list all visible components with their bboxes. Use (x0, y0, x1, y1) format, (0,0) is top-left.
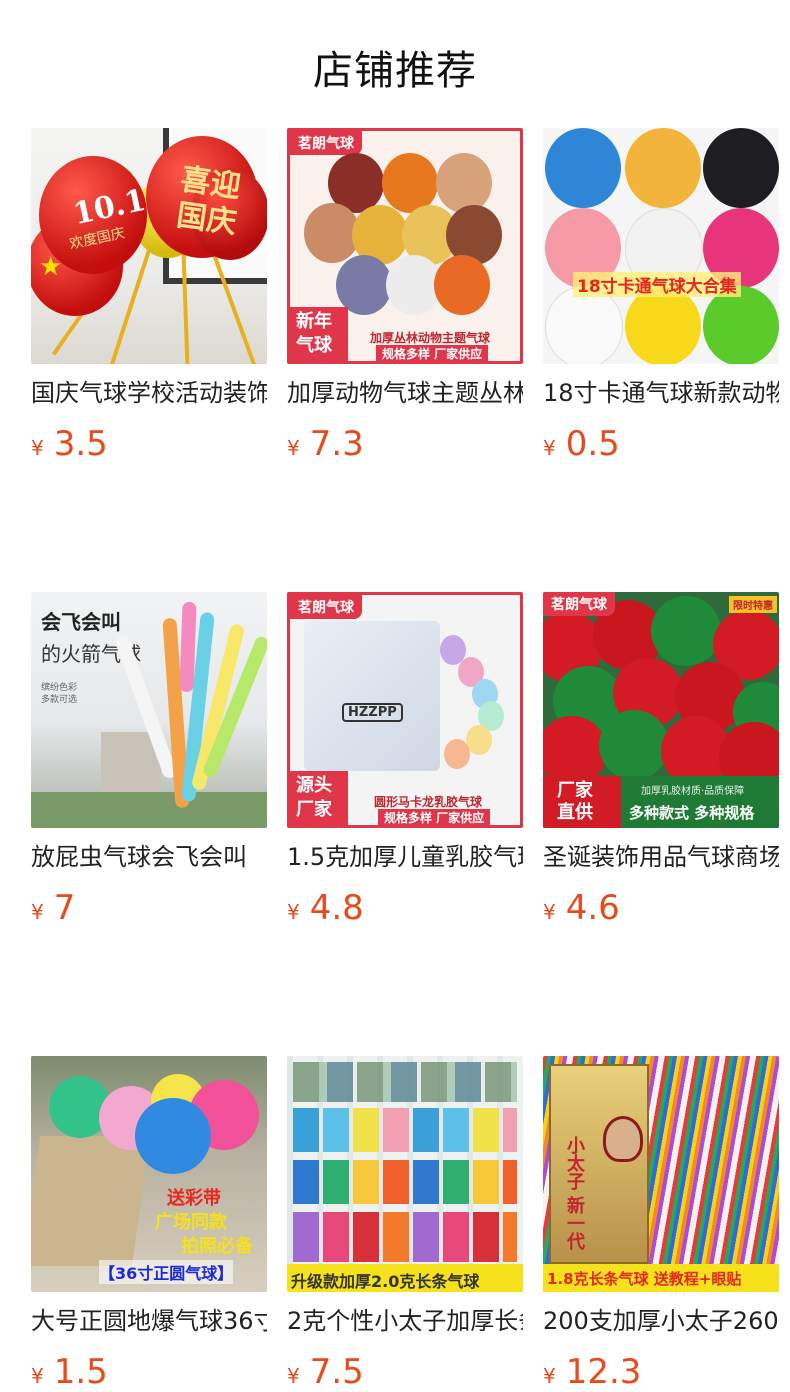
image-caption: 规格多样 厂家供应 (378, 809, 491, 825)
currency-symbol: ¥ (543, 1364, 556, 1388)
price-value: 3.5 (53, 424, 108, 464)
price-value: 1.5 (53, 1352, 108, 1392)
corner-label: 厂家 (296, 799, 332, 820)
corner-label: 直供 (557, 802, 593, 823)
image-caption: 【36寸正圆气球】 (99, 1260, 234, 1284)
product-card[interactable]: 升级款加厚2.0克长条气球 2克个性小太子加厚长条 ¥ 7.5 (287, 1056, 523, 1392)
brand-label: 茗朗气球 (543, 592, 615, 616)
product-grid: 10.1 欢度国庆 喜迎 国庆 ★ 国庆气球学校活动装饰 ¥ 3.5 茗朗气球 (31, 128, 779, 1392)
product-price: ¥ 7.5 (287, 1352, 523, 1392)
store-recommendations-page: 店铺推荐 10.1 欢度国庆 喜迎 国庆 ★ 国庆气球学校活动装饰 ¥ 3.5 … (0, 0, 790, 1392)
corner-label: 新年 (296, 311, 332, 332)
image-caption: 升级款加厚2.0克长条气球 (291, 1272, 480, 1291)
price-value: 7.5 (309, 1352, 364, 1392)
image-caption: 多种款式 多种规格 (629, 804, 755, 822)
price-value: 7 (53, 888, 76, 928)
product-card[interactable]: 10.1 欢度国庆 喜迎 国庆 ★ 国庆气球学校活动装饰 ¥ 3.5 (31, 128, 267, 464)
currency-symbol: ¥ (287, 900, 300, 924)
price-value: 4.8 (309, 888, 364, 928)
image-caption: 18寸卡通气球大合集 (573, 272, 741, 297)
price-value: 4.6 (565, 888, 620, 928)
price-value: 0.5 (565, 424, 620, 464)
product-price: ¥ 12.3 (543, 1352, 779, 1392)
product-name[interactable]: 加厚动物气球主题丛林 (287, 378, 523, 408)
product-price: ¥ 7.3 (287, 424, 523, 464)
promo-badge: 限时特惠 (729, 596, 777, 613)
product-name[interactable]: 放屁虫气球会飞会叫 (31, 842, 267, 872)
image-caption: 圆形马卡龙乳胶气球 (374, 795, 483, 809)
product-image[interactable]: 茗朗气球 新年 气球 加厚丛林动物主题气球 规格多样 厂家供应 (287, 128, 523, 364)
package-logo: HZZPP (342, 703, 403, 722)
product-image[interactable]: 茗朗气球 HZZPP 源头 厂家 圆形马卡龙乳胶气球 规格多样 厂家供应 (287, 592, 523, 828)
product-card[interactable]: 会飞会叫 的火箭气球 缤纷色彩 多款可选 放屁虫气球会飞会叫 ¥ 7 (31, 592, 267, 928)
star-icon: ★ (39, 252, 63, 282)
product-price: ¥ 1.5 (31, 1352, 267, 1392)
image-caption: 规格多样 厂家供应 (376, 345, 489, 361)
page-title: 店铺推荐 (313, 48, 477, 94)
currency-symbol: ¥ (543, 436, 556, 460)
package-text: 小太子 新一代 (564, 1136, 585, 1251)
product-name[interactable]: 国庆气球学校活动装饰 (31, 378, 267, 408)
brand-label: 茗朗气球 (290, 131, 362, 155)
image-caption: 送彩带 (167, 1188, 221, 1209)
product-card[interactable]: 送彩带 广场同款 拍照必备 【36寸正圆气球】 大号正圆地爆气球36寸 ¥ 1.… (31, 1056, 267, 1392)
balloon-print-text: 国庆 (174, 197, 239, 241)
image-caption: 广场同款 (155, 1212, 227, 1233)
product-name[interactable]: 2克个性小太子加厚长条 (287, 1306, 523, 1336)
product-card[interactable]: 茗朗气球 限时特惠 厂家 直供 加厚乳胶材质·品质保障 多种款式 多种规格 圣诞… (543, 592, 779, 928)
product-image[interactable]: 小太子 新一代 1.8克长条气球 送教程+眼贴 (543, 1056, 779, 1292)
corner-label: 气球 (296, 335, 332, 356)
product-price: ¥ 4.6 (543, 888, 779, 928)
product-price: ¥ 4.8 (287, 888, 523, 928)
image-caption: 拍照必备 (181, 1236, 253, 1257)
product-card[interactable]: 茗朗气球 新年 气球 加厚丛林动物主题气球 规格多样 厂家供应 加厚动物气球主题… (287, 128, 523, 464)
product-name[interactable]: 大号正圆地爆气球36寸 (31, 1306, 267, 1336)
product-name[interactable]: 18寸卡通气球新款动物 (543, 378, 779, 408)
currency-symbol: ¥ (31, 1364, 44, 1388)
currency-symbol: ¥ (287, 1364, 300, 1388)
corner-label: 源头 (296, 775, 332, 796)
product-image[interactable]: 茗朗气球 限时特惠 厂家 直供 加厚乳胶材质·品质保障 多种款式 多种规格 (543, 592, 779, 828)
currency-symbol: ¥ (287, 436, 300, 460)
corner-label: 厂家 (557, 780, 593, 801)
brand-label: 茗朗气球 (290, 595, 362, 619)
product-price: ¥ 0.5 (543, 424, 779, 464)
product-name[interactable]: 圣诞装饰用品气球商场 (543, 842, 779, 872)
product-card[interactable]: 茗朗气球 HZZPP 源头 厂家 圆形马卡龙乳胶气球 规格多样 厂家供应 1.5… (287, 592, 523, 928)
price-value: 12.3 (565, 1352, 642, 1392)
product-price: ¥ 3.5 (31, 424, 267, 464)
product-name[interactable]: 1.5克加厚儿童乳胶气球 (287, 842, 523, 872)
image-caption: 会飞会叫 (41, 610, 121, 634)
product-image[interactable]: 升级款加厚2.0克长条气球 (287, 1056, 523, 1292)
image-caption: 加厚乳胶材质·品质保障 (641, 786, 745, 797)
image-caption: 1.8克长条气球 送教程+眼贴 (547, 1270, 742, 1288)
product-card[interactable]: 18寸卡通气球大合集 18寸卡通气球新款动物 ¥ 0.5 (543, 128, 779, 464)
product-card[interactable]: 小太子 新一代 1.8克长条气球 送教程+眼贴 200支加厚小太子260 ¥ 1… (543, 1056, 779, 1392)
currency-symbol: ¥ (543, 900, 556, 924)
product-image[interactable]: 10.1 欢度国庆 喜迎 国庆 ★ (31, 128, 267, 364)
image-caption: 加厚丛林动物主题气球 (370, 331, 491, 345)
product-image[interactable]: 18寸卡通气球大合集 (543, 128, 779, 364)
currency-symbol: ¥ (31, 900, 44, 924)
currency-symbol: ¥ (31, 436, 44, 460)
product-name[interactable]: 200支加厚小太子260 (543, 1306, 779, 1336)
price-value: 7.3 (309, 424, 364, 464)
image-caption: 多款可选 (41, 695, 78, 705)
product-image[interactable]: 会飞会叫 的火箭气球 缤纷色彩 多款可选 (31, 592, 267, 828)
product-image[interactable]: 送彩带 广场同款 拍照必备 【36寸正圆气球】 (31, 1056, 267, 1292)
product-price: ¥ 7 (31, 888, 267, 928)
